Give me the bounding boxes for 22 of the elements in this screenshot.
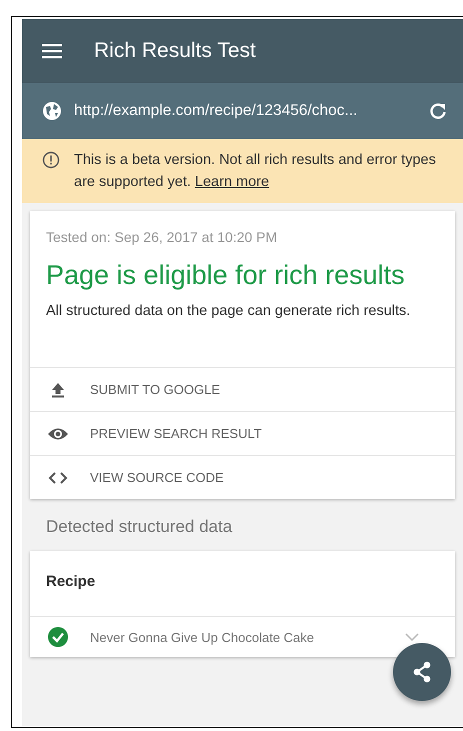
menu-icon[interactable] <box>42 43 62 59</box>
action-button[interactable]: PREVIEW SEARCH RESULT <box>30 411 455 455</box>
learn-more-link[interactable]: Learn more <box>194 174 270 190</box>
result-description: All structured data on the page can generate rich results. <box>46 302 412 321</box>
share-button[interactable] <box>393 643 451 701</box>
refresh-icon[interactable] <box>429 102 447 120</box>
eye-icon <box>48 426 68 440</box>
app-title: Rich Results Test <box>94 39 256 63</box>
action-button[interactable]: VIEW SOURCE CODE <box>30 455 455 499</box>
url-text: http://example.com/recipe/123456/choc... <box>74 102 358 120</box>
globe-icon <box>42 101 62 121</box>
info-icon <box>42 151 60 169</box>
result-headline: Page is eligible for rich results <box>46 259 406 291</box>
action-button[interactable]: SUBMIT TO GOOGLE <box>30 367 455 411</box>
section-heading: Detected structured data <box>45 516 234 538</box>
banner-text: This is a beta version. Not all rich results and error types are supported yet. Learn more <box>74 151 437 192</box>
tested-date: Tested on: Sep 26, 2017 at 10:20 PM <box>46 229 278 245</box>
url-bar[interactable]: http://example.com/recipe/123456/choc... <box>22 83 463 139</box>
data-type-label: Recipe <box>45 572 96 592</box>
code-icon <box>48 470 68 484</box>
share-icon <box>411 661 433 683</box>
item-name: Never Gonna Give Up Chocolate Cake <box>90 630 316 644</box>
